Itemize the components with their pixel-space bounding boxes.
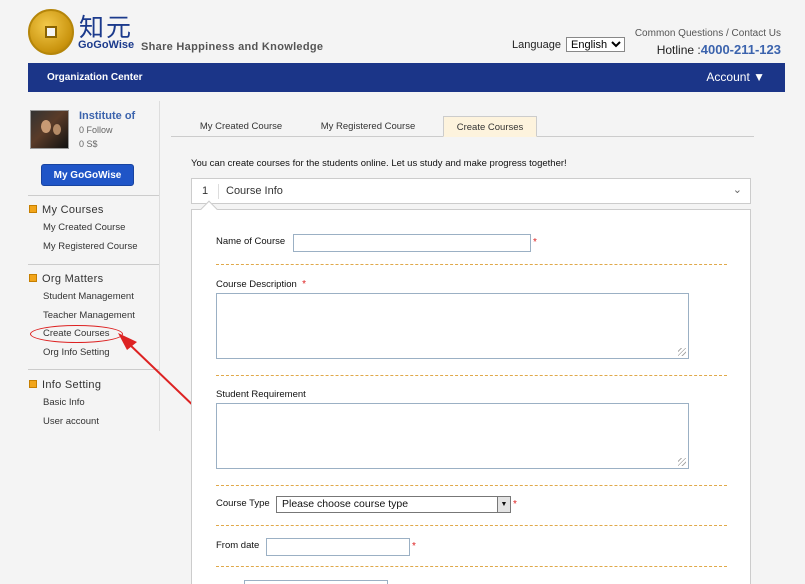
logo-coin-icon[interactable] <box>28 9 74 55</box>
course-name-input[interactable] <box>293 234 531 252</box>
from-date-input[interactable] <box>266 538 410 556</box>
section-org-matters: Org Matters <box>29 273 103 285</box>
resize-grip-icon[interactable] <box>678 458 686 466</box>
from-date-label: From date <box>216 540 260 551</box>
language-select[interactable]: English <box>566 37 626 52</box>
resize-grip-icon[interactable] <box>678 348 686 356</box>
section-info-setting: Info Setting <box>29 379 101 391</box>
required-mark: * <box>412 541 416 552</box>
name-label: Name of Course <box>216 236 286 247</box>
avatar[interactable] <box>30 110 69 149</box>
tab-my-created-course[interactable]: My Created Course <box>189 116 293 137</box>
section-title: Info Setting <box>42 379 102 391</box>
divider <box>28 195 159 196</box>
tab-create-courses[interactable]: Create Courses <box>443 116 537 137</box>
hotline-label: Hotline : <box>656 43 701 57</box>
field-separator <box>216 566 727 567</box>
field-separator <box>216 485 727 486</box>
follow-count: 0 Follow <box>79 125 113 135</box>
required-mark: * <box>533 237 537 248</box>
sidebar-item-my-created-course[interactable]: My Created Course <box>43 222 125 233</box>
sidebar-item-org-info-setting[interactable]: Org Info Setting <box>43 347 110 358</box>
slogan: Share Happiness and Knowledge <box>141 41 324 53</box>
requirement-label: Student Requirement <box>216 389 306 400</box>
balance: 0 S$ <box>79 139 98 149</box>
my-gogowise-button[interactable]: My GoGoWise <box>41 164 134 186</box>
section-marker-icon <box>29 380 37 388</box>
step-header[interactable]: 1 Course Info ⌄ <box>191 178 751 204</box>
divider <box>28 264 159 265</box>
step-title: Course Info <box>226 185 283 197</box>
collapse-chevron-icon[interactable]: ⌄ <box>733 183 742 196</box>
account-menu[interactable]: Account ▼ <box>706 70 765 84</box>
section-marker-icon <box>29 205 37 213</box>
field-separator <box>216 525 727 526</box>
course-type-label: Course Type <box>216 498 270 509</box>
tab-my-registered-course[interactable]: My Registered Course <box>311 116 425 137</box>
course-description-textarea[interactable] <box>216 293 689 359</box>
field-separator <box>216 264 727 265</box>
section-marker-icon <box>29 274 37 282</box>
required-mark: * <box>513 499 517 510</box>
help-links[interactable]: Common Questions / Contact Us <box>635 28 781 39</box>
description-label: Course Description * <box>216 279 306 290</box>
page: 知元 GoGoWise Share Happiness and Knowledg… <box>0 0 805 584</box>
section-my-courses: My Courses <box>29 204 104 216</box>
hotline-number: 4000-211-123 <box>700 42 781 57</box>
step-number: 1 <box>202 185 209 197</box>
section-title: Org Matters <box>42 273 104 285</box>
course-type-select[interactable]: Please choose course type ▼ <box>276 496 511 513</box>
step-separator <box>218 184 219 199</box>
to-date-input[interactable] <box>244 580 388 584</box>
nav-organization-center[interactable]: Organization Center <box>47 72 143 83</box>
main-navbar: Organization Center Account ▼ <box>28 63 785 92</box>
sidebar-item-teacher-management[interactable]: Teacher Management <box>43 310 135 321</box>
field-separator <box>216 375 727 376</box>
course-tabs: My Created Course My Registered Course C… <box>171 116 754 137</box>
course-type-value: Please choose course type <box>282 498 409 510</box>
sidebar-item-my-registered-course[interactable]: My Registered Course <box>43 241 138 252</box>
description-label-text: Course Description <box>216 279 297 290</box>
org-name[interactable]: Institute of <box>79 110 135 122</box>
student-requirement-textarea[interactable] <box>216 403 689 469</box>
required-mark: * <box>302 279 306 290</box>
section-title: My Courses <box>42 204 104 216</box>
dropdown-arrow-icon[interactable]: ▼ <box>497 497 510 512</box>
logo-en-text[interactable]: GoGoWise <box>78 39 134 51</box>
hotline: Hotline :4000-211-123 <box>657 42 781 57</box>
language-label: Language <box>512 39 561 51</box>
sidebar-item-user-account[interactable]: User account <box>43 416 99 427</box>
sidebar-item-student-management[interactable]: Student Management <box>43 291 134 302</box>
intro-text: You can create courses for the students … <box>191 158 567 169</box>
language-switcher: Language English <box>512 37 626 52</box>
sidebar-item-basic-info[interactable]: Basic Info <box>43 397 85 408</box>
